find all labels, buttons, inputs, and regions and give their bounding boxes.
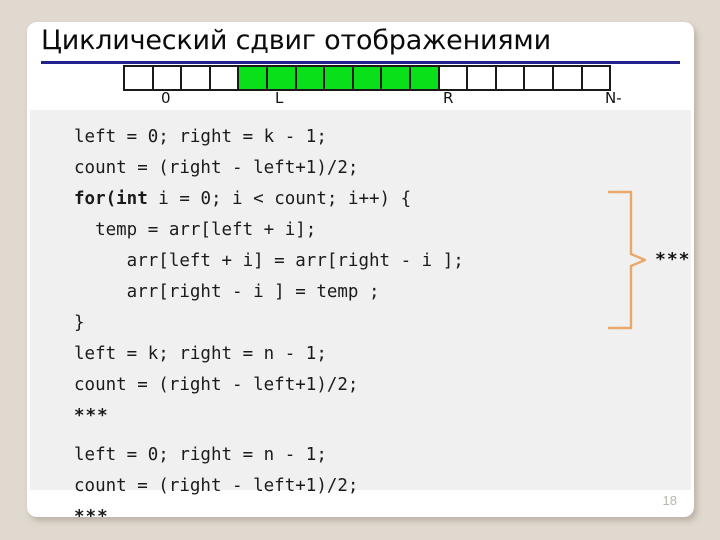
code-keyword: for(int	[74, 189, 148, 209]
array-label-2: R	[443, 89, 454, 107]
array-cell	[353, 65, 383, 91]
code-line: for(int i = 0; i < count; i++) {	[74, 189, 412, 209]
array-cell	[296, 65, 326, 91]
code-line: left = k; right = n - 1;	[74, 344, 327, 364]
code-line: ***	[74, 507, 109, 517]
title-underline-rule	[41, 61, 680, 64]
code-line: arr[right - i ] = temp ;	[74, 282, 380, 302]
slide-number: 18	[662, 493, 677, 508]
code-panel: left = 0; right = k - 1; count = (right -…	[30, 110, 691, 517]
code-line: count = (right - left+1)/2;	[74, 158, 359, 178]
code-listing: left = 0; right = k - 1; count = (right -…	[74, 122, 634, 517]
code-line: left = 0; right = n - 1;	[74, 445, 327, 465]
array-label-3: N-	[605, 89, 622, 107]
array-cell	[239, 65, 268, 91]
code-line: temp = arr[left + i];	[74, 220, 317, 240]
array-cell	[582, 65, 612, 91]
array-cell	[153, 65, 183, 91]
slide-canvas: Циклический сдвиг отображениями 0 L R N- le…	[27, 22, 694, 517]
title-block: Циклический сдвиг отображениями	[27, 22, 694, 64]
array-cell	[410, 65, 440, 91]
array-cell	[325, 65, 354, 91]
page-title: Циклический сдвиг отображениями	[41, 25, 551, 56]
array-cell	[210, 65, 240, 91]
array-cell	[553, 65, 583, 91]
brace-annotation-label: ***	[655, 249, 691, 270]
orange-brace-icon	[605, 190, 650, 330]
array-diagram: 0 L R N-	[123, 65, 622, 110]
code-line: count = (right - left+1)/2;	[74, 375, 359, 395]
code-line: }	[74, 313, 85, 333]
array-label-0: 0	[161, 89, 171, 107]
array-cell-row	[123, 65, 612, 91]
code-line: left = 0; right = k - 1;	[74, 127, 327, 147]
array-cell	[496, 65, 526, 91]
array-cell	[382, 65, 411, 91]
array-label-1: L	[275, 89, 284, 107]
array-cell	[525, 65, 554, 91]
array-cell	[267, 65, 297, 91]
array-cell	[182, 65, 211, 91]
code-line: count = (right - left+1)/2;	[74, 476, 359, 496]
array-cell	[125, 65, 154, 91]
array-cell	[439, 65, 469, 91]
code-line: ***	[74, 406, 109, 426]
code-line: arr[left + i] = arr[right - i ];	[74, 251, 464, 271]
array-cell	[468, 65, 497, 91]
